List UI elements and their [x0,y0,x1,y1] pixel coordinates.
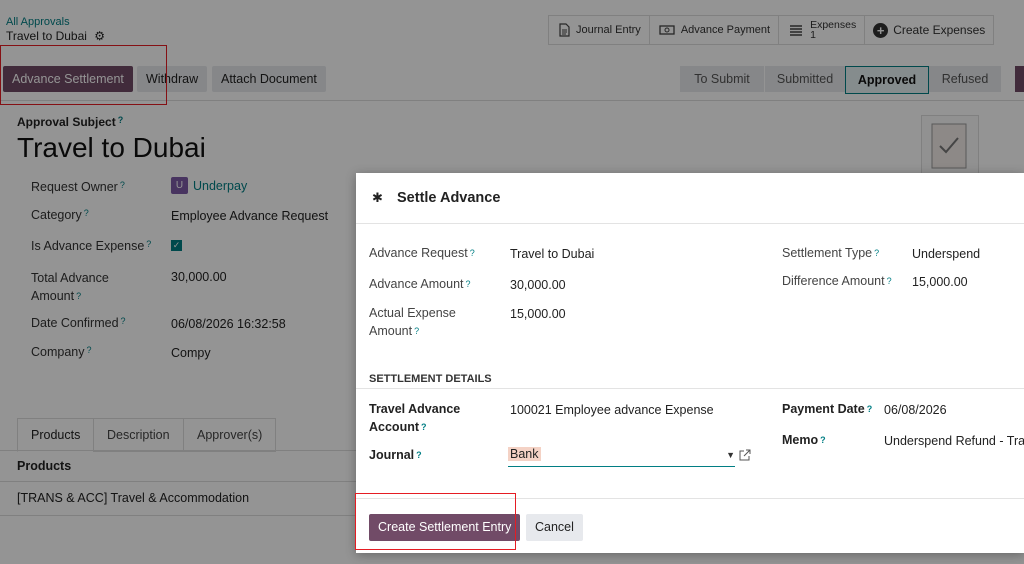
payment-date-value[interactable]: 06/08/2026 [884,403,947,417]
highlight-box [355,493,516,550]
external-link-icon[interactable] [739,449,751,461]
caret-down-icon[interactable]: ▼ [726,450,735,460]
section-divider [356,388,1024,389]
advance-request-value[interactable]: Travel to Dubai [510,247,594,261]
advance-request-label: Advance Request? [369,246,475,260]
travel-account-value[interactable]: 100021 Employee advance Expense [510,403,714,417]
actual-expense-value: 15,000.00 [510,307,566,321]
dialog-title: Settle Advance [397,190,501,206]
journal-value: Bank [508,447,541,461]
settlement-type-value: Underspend [912,247,981,261]
journal-label: Journal? [369,448,422,462]
memo-label: Memo? [782,433,826,447]
difference-amount-value: 15,000.00 [912,275,968,289]
travel-account-label: Travel Advance Account? [369,402,461,434]
difference-amount-label: Difference Amount? [782,274,892,288]
journal-select[interactable]: Bank ▼ [508,447,735,467]
advance-amount-label: Advance Amount? [369,277,471,291]
bug-icon: ✱ [372,190,383,205]
actual-expense-label: Actual Expense Amount? [369,306,456,338]
payment-date-label: Payment Date? [782,402,873,416]
settlement-type-label: Settlement Type? [782,246,880,260]
cancel-button[interactable]: Cancel [526,514,583,541]
memo-value[interactable]: Underspend Refund - Trav [884,434,1024,448]
dialog-header-divider [356,223,1024,224]
advance-amount-value: 30,000.00 [510,278,566,292]
settlement-details-heading: SETTLEMENT DETAILS [369,373,492,385]
